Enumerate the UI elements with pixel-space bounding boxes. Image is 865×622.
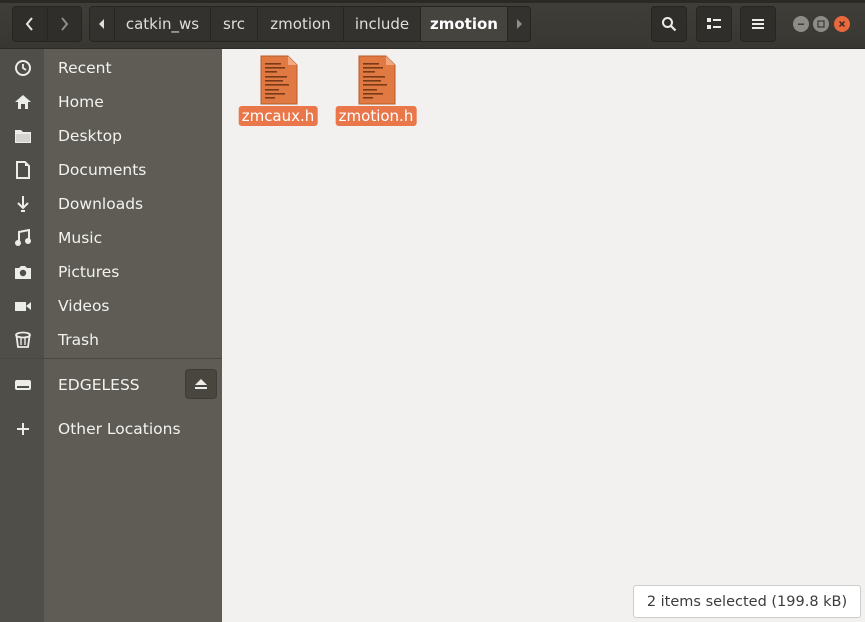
- sidebar-item-documents[interactable]: Documents: [0, 153, 222, 187]
- maximize-button[interactable]: [813, 16, 829, 32]
- document-icon: [12, 159, 34, 181]
- view-toggle-button[interactable]: [696, 6, 732, 42]
- minimize-icon: [798, 23, 804, 25]
- list-view-icon: [707, 18, 721, 29]
- search-icon: [662, 17, 677, 32]
- hamburger-icon: [752, 19, 764, 29]
- sidebar-separator: [0, 358, 222, 359]
- crumb-catkin-ws[interactable]: catkin_ws: [115, 7, 211, 41]
- drive-icon: [12, 374, 34, 396]
- sidebar: Recent Home Desktop Documents Downloads …: [0, 49, 222, 622]
- sidebar-item-desktop[interactable]: Desktop: [0, 119, 222, 153]
- c-header-file-icon: [260, 55, 298, 105]
- sidebar-item-label: Desktop: [58, 127, 122, 145]
- header-bar: catkin_ws src zmotion include zmotion: [0, 3, 865, 49]
- crumb-zmotion[interactable]: zmotion: [258, 7, 344, 41]
- sidebar-item-label: Downloads: [58, 195, 144, 213]
- menu-button[interactable]: [740, 6, 776, 42]
- file-manager-window: catkin_ws src zmotion include zmotion Re…: [0, 0, 865, 622]
- file-item[interactable]: zmcaux.h: [233, 53, 323, 129]
- file-name: zmotion.h: [335, 106, 417, 126]
- close-icon: [838, 20, 846, 28]
- download-icon: [12, 193, 34, 215]
- sidebar-item-trash[interactable]: Trash: [0, 323, 222, 357]
- sidebar-item-home[interactable]: Home: [0, 85, 222, 119]
- sidebar-item-videos[interactable]: Videos: [0, 289, 222, 323]
- search-button[interactable]: [651, 6, 687, 42]
- sidebar-item-label: Videos: [58, 297, 110, 315]
- trash-icon: [12, 329, 34, 351]
- sidebar-item-label: Trash: [58, 331, 99, 349]
- eject-icon: [195, 379, 207, 389]
- sidebar-item-recent[interactable]: Recent: [0, 51, 222, 85]
- sidebar-item-pictures[interactable]: Pictures: [0, 255, 222, 289]
- folder-icon: [12, 125, 34, 147]
- file-view[interactable]: zmcaux.h zmotion.h: [222, 49, 865, 622]
- triangle-left-icon: [99, 19, 104, 29]
- crumb-src[interactable]: src: [211, 7, 258, 41]
- chevron-right-icon: [61, 17, 69, 31]
- file-item[interactable]: zmotion.h: [331, 53, 421, 129]
- minimize-button[interactable]: [793, 16, 809, 32]
- sidebar-item-other-locations[interactable]: Other Locations: [0, 412, 222, 446]
- forward-button[interactable]: [46, 7, 82, 41]
- close-button[interactable]: [834, 16, 850, 32]
- crumb-include[interactable]: include: [344, 7, 421, 41]
- file-name: zmcaux.h: [238, 106, 318, 126]
- path-scroll-left-button[interactable]: [90, 7, 115, 41]
- sidebar-item-label: Recent: [58, 59, 112, 77]
- home-icon: [12, 91, 34, 113]
- sidebar-item-label: EDGELESS: [58, 376, 140, 394]
- maximize-icon: [817, 20, 825, 28]
- music-icon: [12, 227, 34, 249]
- path-bar: catkin_ws src zmotion include zmotion: [89, 6, 531, 42]
- selection-status: 2 items selected (199.8 kB): [633, 585, 861, 618]
- c-header-file-icon: [358, 55, 396, 105]
- triangle-right-icon: [517, 19, 522, 29]
- chevron-left-icon: [25, 17, 33, 31]
- sidebar-item-music[interactable]: Music: [0, 221, 222, 255]
- sidebar-item-label: Other Locations: [58, 420, 181, 438]
- plus-icon: [12, 418, 34, 440]
- camera-icon: [12, 261, 34, 283]
- clock-icon: [12, 57, 34, 79]
- crumb-zmotion-current[interactable]: zmotion: [421, 7, 508, 41]
- sidebar-item-label: Pictures: [58, 263, 120, 281]
- sidebar-item-label: Music: [58, 229, 103, 247]
- video-icon: [12, 295, 34, 317]
- nav-buttons: [12, 6, 82, 42]
- sidebar-item-label: Documents: [58, 161, 147, 179]
- eject-button[interactable]: [185, 369, 217, 399]
- sidebar-item-label: Home: [58, 93, 104, 111]
- path-scroll-right-button[interactable]: [508, 7, 530, 41]
- back-button[interactable]: [13, 7, 47, 41]
- sidebar-item-downloads[interactable]: Downloads: [0, 187, 222, 221]
